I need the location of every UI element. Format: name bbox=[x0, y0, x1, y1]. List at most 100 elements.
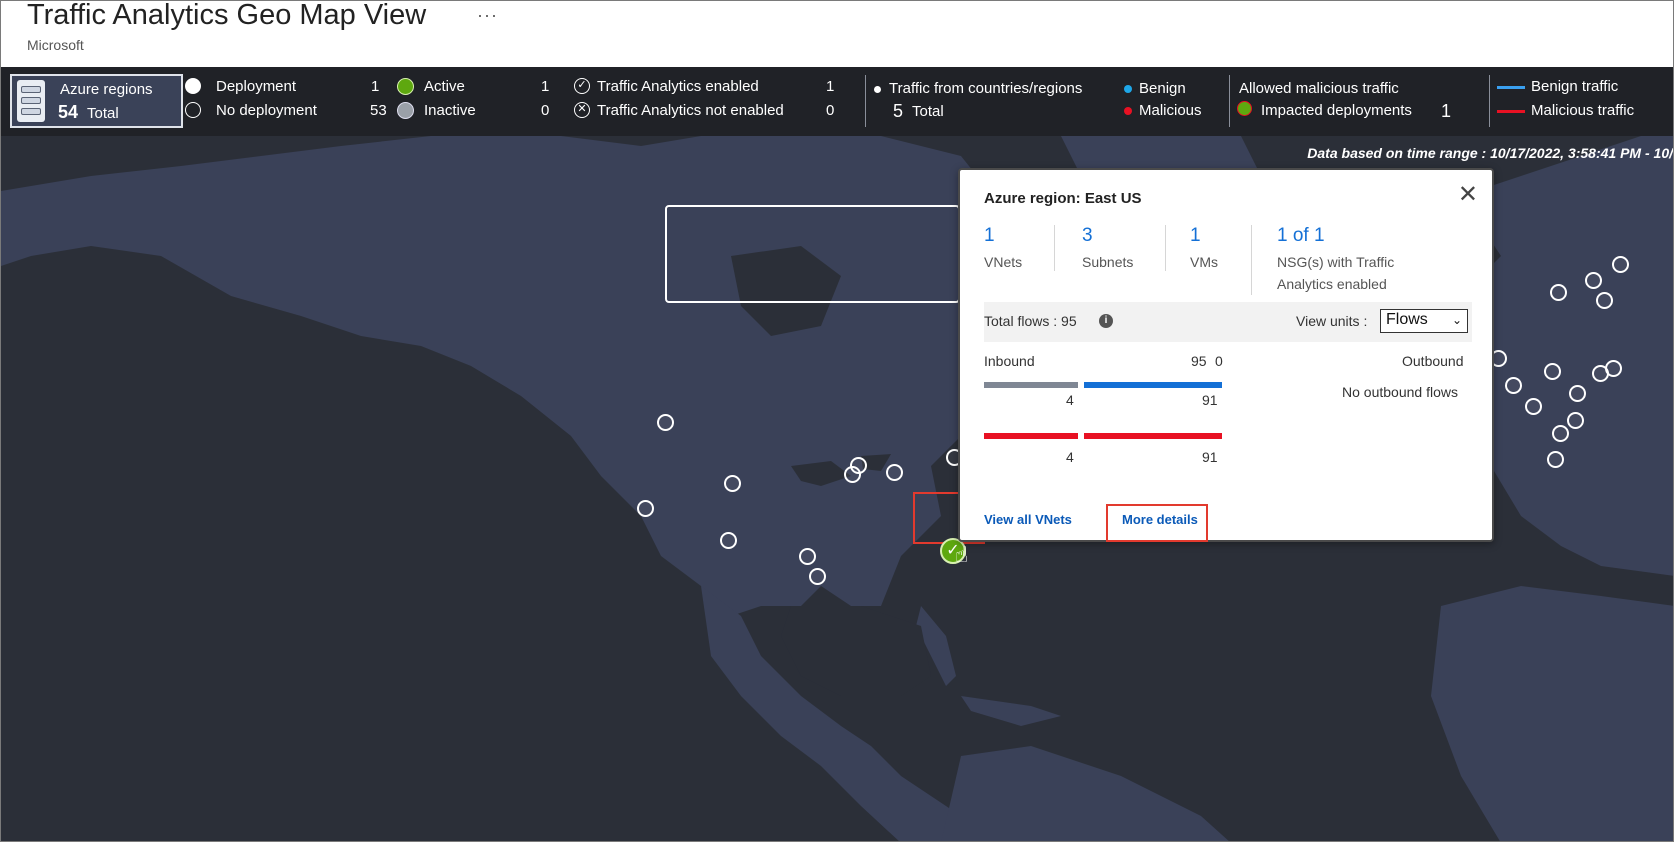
ta-enabled-label: Traffic Analytics enabled bbox=[597, 78, 759, 95]
allowed-malicious-label: Allowed malicious traffic bbox=[1239, 80, 1399, 97]
hand-cursor-icon: ☝ bbox=[955, 542, 969, 567]
ta-enabled-count: 1 bbox=[826, 78, 835, 95]
vnets-count[interactable]: 1 bbox=[984, 225, 1022, 247]
legend-divider bbox=[1489, 75, 1490, 127]
outbound-label: Outbound bbox=[1402, 353, 1464, 369]
x-circle-icon: ✕ bbox=[574, 102, 590, 118]
vms-label: VMs bbox=[1190, 254, 1218, 270]
azure-regions-count: 54 bbox=[58, 102, 79, 122]
region-pin[interactable] bbox=[637, 500, 654, 517]
region-pin[interactable] bbox=[1505, 377, 1522, 394]
azure-regions-total-label: Total bbox=[87, 105, 119, 122]
active-dot-icon bbox=[397, 78, 414, 95]
country-dot-icon bbox=[874, 86, 881, 93]
page-title: Traffic Analytics Geo Map View bbox=[27, 0, 427, 31]
region-pin[interactable] bbox=[1547, 451, 1564, 468]
subnets-label: Subnets bbox=[1082, 254, 1134, 270]
malicious-dot-icon bbox=[1124, 107, 1132, 115]
inactive-dot-icon bbox=[397, 102, 414, 119]
impacted-deployments-count: 1 bbox=[1441, 101, 1452, 121]
vnets-stat[interactable]: 1 VNets bbox=[984, 225, 1022, 273]
benign-label: Benign bbox=[1139, 80, 1186, 97]
region-callout-box bbox=[665, 205, 960, 303]
nsg-stat[interactable]: 1 of 1 NSG(s) with Traffic Analytics ena… bbox=[1277, 225, 1394, 295]
azure-regions-summary[interactable]: Azure regions 54 Total bbox=[10, 74, 183, 128]
subnets-count[interactable]: 3 bbox=[1082, 225, 1133, 247]
region-pin[interactable] bbox=[1552, 425, 1569, 442]
deployment-count: 1 bbox=[371, 78, 380, 95]
region-pin[interactable] bbox=[1569, 385, 1586, 402]
region-details-popup: ✕ Azure region: East US 1 VNets 3 Subnet… bbox=[958, 168, 1494, 542]
traffic-countries-label: Traffic from countries/regions bbox=[889, 80, 1083, 97]
info-icon[interactable]: i bbox=[1099, 314, 1113, 328]
inbound-total: 95 bbox=[1191, 353, 1207, 369]
region-pin[interactable] bbox=[724, 475, 741, 492]
chevron-down-icon: ⌄ bbox=[1451, 313, 1462, 327]
malicious-inbound-bar-right bbox=[1084, 433, 1222, 439]
inactive-label: Inactive bbox=[424, 102, 476, 119]
deployment-label: Deployment bbox=[216, 78, 297, 95]
view-units-label: View units : bbox=[1296, 313, 1368, 329]
check-circle-icon: ✓ bbox=[574, 78, 590, 94]
more-details-link[interactable]: More details bbox=[1122, 512, 1198, 527]
ta-not-enabled-label: Traffic Analytics not enabled bbox=[597, 102, 784, 119]
azure-regions-label: Azure regions bbox=[60, 81, 153, 98]
stat-divider bbox=[1054, 225, 1055, 271]
vms-stat[interactable]: 1 VMs bbox=[1190, 225, 1218, 273]
traffic-countries-count: 5 bbox=[893, 101, 904, 121]
region-pin[interactable] bbox=[1550, 284, 1567, 301]
outbound-total: 0 bbox=[1215, 353, 1223, 369]
traffic-countries-total-label: Total bbox=[912, 103, 944, 120]
region-pin[interactable] bbox=[809, 568, 826, 585]
impacted-deployments-label: Impacted deployments bbox=[1261, 102, 1412, 119]
region-pin[interactable] bbox=[720, 532, 737, 549]
inactive-count: 0 bbox=[541, 102, 550, 119]
no-deployment-label: No deployment bbox=[216, 102, 317, 119]
stat-divider bbox=[1251, 225, 1252, 295]
page-subtitle: Microsoft bbox=[27, 37, 84, 53]
benign-traffic-label: Benign traffic bbox=[1531, 78, 1619, 95]
benign-right-value: 91 bbox=[1202, 392, 1218, 408]
close-icon[interactable]: ✕ bbox=[1458, 180, 1478, 209]
region-pin[interactable] bbox=[657, 414, 674, 431]
active-label: Active bbox=[424, 78, 465, 95]
benign-left-value: 4 bbox=[1066, 392, 1074, 408]
total-flows-bar: Total flows : 95 i View units : Flows ⌄ bbox=[984, 302, 1472, 342]
more-options-icon[interactable]: ··· bbox=[477, 5, 498, 26]
server-icon bbox=[17, 80, 45, 122]
vnets-label: VNets bbox=[984, 254, 1023, 270]
view-units-dropdown[interactable]: Flows ⌄ bbox=[1380, 309, 1468, 333]
view-units-value: Flows bbox=[1386, 311, 1428, 328]
malicious-inbound-bar-left bbox=[984, 433, 1078, 439]
region-pin[interactable] bbox=[844, 466, 861, 483]
legend-divider bbox=[1229, 75, 1230, 127]
region-pin[interactable] bbox=[1525, 398, 1542, 415]
deployment-dot-icon bbox=[185, 78, 201, 94]
region-pin[interactable] bbox=[799, 548, 816, 565]
view-all-vnets-link[interactable]: View all VNets bbox=[984, 512, 1072, 527]
geo-map-window: Traffic Analytics Geo Map View ··· Micro… bbox=[0, 0, 1674, 842]
time-range-label: Data based on time range : 10/17/2022, 3… bbox=[1307, 145, 1673, 161]
region-pin[interactable] bbox=[1605, 360, 1622, 377]
region-pin[interactable] bbox=[1567, 412, 1584, 429]
total-flows-label: Total flows : 95 bbox=[984, 313, 1077, 329]
malicious-label: Malicious bbox=[1139, 102, 1202, 119]
region-pin[interactable] bbox=[1612, 256, 1629, 273]
legend-divider bbox=[865, 75, 866, 127]
inbound-label: Inbound bbox=[984, 353, 1035, 369]
impacted-deployment-icon bbox=[1237, 101, 1252, 116]
subnets-stat[interactable]: 3 Subnets bbox=[1082, 225, 1133, 273]
stat-divider bbox=[1165, 225, 1166, 271]
malicious-traffic-line-icon bbox=[1497, 110, 1525, 113]
benign-inbound-bar-left bbox=[984, 382, 1078, 388]
nsg-count[interactable]: 1 of 1 bbox=[1277, 225, 1394, 247]
region-pin[interactable] bbox=[886, 464, 903, 481]
region-pin[interactable] bbox=[1544, 363, 1561, 380]
active-count: 1 bbox=[541, 78, 550, 95]
popup-title: Azure region: East US bbox=[984, 190, 1142, 207]
no-deployment-count: 53 bbox=[370, 102, 387, 119]
region-pin[interactable] bbox=[1596, 292, 1613, 309]
malicious-right-value: 91 bbox=[1202, 449, 1218, 465]
vms-count[interactable]: 1 bbox=[1190, 225, 1218, 247]
region-pin[interactable] bbox=[1585, 272, 1602, 289]
